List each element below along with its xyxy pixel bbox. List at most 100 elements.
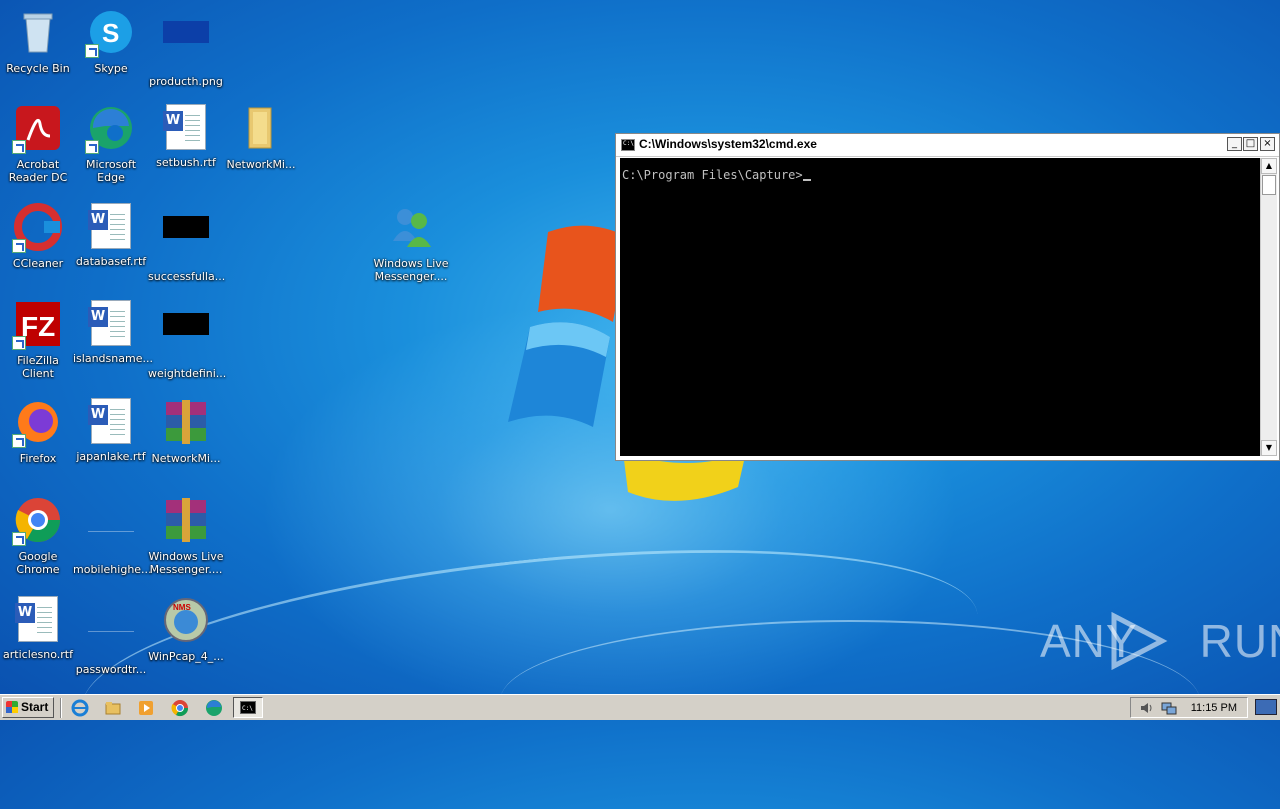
image-thumbnail-icon (163, 216, 209, 238)
icon-label: successfulla... (148, 270, 226, 283)
icon-label: Recycle Bin (6, 62, 70, 75)
svg-text:C:\: C:\ (242, 705, 253, 712)
icon-label: Google Chrome (16, 550, 60, 576)
desktop-icon-databasef[interactable]: W databasef.rtf (73, 203, 149, 268)
desktop-icon-windows-live-messenger[interactable]: Windows Live Messenger.... (373, 203, 449, 283)
shortcut-arrow-icon (12, 336, 26, 350)
desktop-icon-setbush[interactable]: W setbush.rtf (148, 104, 224, 169)
file-thumbnail-icon (88, 609, 134, 632)
file-thumbnail-icon (88, 509, 134, 532)
word-document-icon: W (15, 596, 58, 642)
desktop-icon-islandsname[interactable]: W islandsname... (73, 300, 153, 365)
cmd-titlebar[interactable]: C:\Windows\system32\cmd.exe _ □ × (616, 134, 1279, 157)
show-desktop-icon[interactable] (1255, 699, 1277, 715)
icon-label: Firefox (19, 452, 57, 465)
internet-explorer-icon[interactable] (71, 699, 89, 717)
icon-label: FileZilla Client (17, 354, 59, 380)
icon-label: passwordtr... (75, 663, 147, 676)
network-icon[interactable] (1161, 701, 1177, 715)
icon-label: Skype (94, 62, 128, 75)
desktop-icon-producth[interactable]: producth.png (148, 8, 224, 88)
word-document-icon: W (88, 398, 131, 444)
text-cursor (802, 179, 811, 181)
svg-text:NMS: NMS (173, 603, 191, 612)
desktop-icon-chrome[interactable]: Google Chrome (0, 496, 76, 576)
icon-label: japanlake.rtf (76, 450, 146, 463)
watermark-right-text: RUN (1199, 615, 1280, 667)
shortcut-arrow-icon (12, 239, 26, 253)
desktop-icon-skype[interactable]: S Skype (73, 8, 149, 75)
icon-label: Microsoft Edge (85, 158, 137, 184)
svg-text:S: S (102, 18, 119, 48)
scroll-up-button[interactable]: ▲ (1261, 158, 1277, 174)
word-document-icon: W (88, 300, 131, 346)
taskbar: Start C:\ 11:15 PM (0, 694, 1280, 720)
folder-icon (248, 107, 272, 149)
volume-icon[interactable] (1139, 701, 1153, 715)
desktop-icon-weightdefini[interactable]: weightdefini... (148, 300, 227, 380)
winpcap-icon: NMS (164, 598, 208, 642)
file-explorer-icon[interactable] (104, 699, 122, 717)
desktop-icon-networkmi-archive[interactable]: NetworkMi... (148, 398, 224, 465)
desktop-icon-edge[interactable]: Microsoft Edge (73, 104, 149, 184)
icon-label: NetworkMi... (226, 158, 296, 171)
desktop-icon-networkmi-folder[interactable]: NetworkMi... (223, 104, 299, 171)
icon-label: articlesno.rtf (3, 648, 73, 661)
system-tray: 11:15 PM (1130, 697, 1248, 718)
icon-label: Acrobat Reader DC (8, 158, 68, 184)
winrar-archive-icon (166, 400, 206, 444)
icon-label: databasef.rtf (75, 255, 147, 268)
scroll-down-button[interactable]: ▼ (1261, 440, 1277, 456)
desktop-icon-mobilehighe[interactable]: mobilehighe... (73, 496, 152, 576)
image-thumbnail-icon (163, 313, 209, 335)
minimize-button[interactable]: _ (1227, 137, 1242, 151)
desktop-icon-successfulla[interactable]: successfulla... (148, 203, 226, 283)
start-label: Start (21, 700, 49, 714)
icon-label: mobilehighe... (73, 563, 152, 576)
close-button[interactable]: × (1260, 137, 1275, 151)
word-document-icon: W (163, 104, 206, 150)
icon-label: NetworkMi... (151, 452, 221, 465)
desktop-icon-recycle-bin[interactable]: Recycle Bin (0, 8, 76, 75)
edge-taskbar-icon[interactable] (205, 699, 223, 717)
desktop-icon-firefox[interactable]: Firefox (0, 398, 76, 465)
desktop-icon-acrobat[interactable]: Acrobat Reader DC (0, 104, 76, 184)
shortcut-arrow-icon (12, 140, 26, 154)
shortcut-arrow-icon (85, 44, 99, 58)
maximize-button[interactable]: □ (1243, 137, 1258, 151)
vertical-scrollbar[interactable]: ▲ ▼ (1260, 158, 1277, 456)
scroll-thumb[interactable] (1262, 175, 1276, 195)
icon-label: producth.png (149, 75, 223, 88)
icon-label: islandsname... (73, 352, 153, 365)
media-player-icon[interactable] (137, 699, 155, 717)
icon-label: WinPcap_4_... (148, 650, 224, 663)
desktop-icon-articlesno[interactable]: W articlesno.rtf (0, 596, 76, 661)
desktop-icon-wlm-archive[interactable]: Windows Live Messenger.... (148, 496, 224, 576)
chrome-taskbar-icon[interactable] (171, 699, 189, 717)
desktop-icon-winpcap[interactable]: NMS WinPcap_4_... (148, 596, 224, 663)
icon-label: Windows Live Messenger.... (148, 550, 224, 576)
messenger-icon (393, 209, 431, 247)
taskbar-clock[interactable]: 11:15 PM (1191, 702, 1237, 714)
icon-label: Windows Live Messenger.... (373, 257, 449, 283)
console-prompt: C:\Program Files\Capture> (622, 168, 803, 182)
taskbar-separator (60, 698, 62, 718)
svg-text:FZ: FZ (21, 311, 55, 342)
desktop-icon-ccleaner[interactable]: CCleaner (0, 203, 76, 270)
windows-flag-icon (6, 701, 18, 713)
word-document-icon: W (88, 203, 131, 249)
taskbar-cmd-button[interactable]: C:\ (233, 697, 263, 718)
icon-label: CCleaner (12, 257, 64, 270)
console-output[interactable]: C:\Program Files\Capture> (620, 158, 1261, 456)
cmd-window[interactable]: C:\Windows\system32\cmd.exe _ □ × C:\Pro… (615, 133, 1280, 461)
desktop-icon-japanlake[interactable]: W japanlake.rtf (73, 398, 149, 463)
desktop-icon-passwordtr[interactable]: passwordtr... (73, 596, 149, 676)
recycle-bin-icon (23, 13, 53, 53)
icon-label: weightdefini... (148, 367, 227, 380)
shortcut-arrow-icon (12, 532, 26, 546)
start-button[interactable]: Start (2, 697, 54, 718)
icon-label: setbush.rtf (156, 156, 216, 169)
cmd-window-icon (621, 139, 635, 151)
cmd-window-title: C:\Windows\system32\cmd.exe (639, 137, 817, 151)
desktop-icon-filezilla[interactable]: FZ FileZilla Client (0, 300, 76, 380)
